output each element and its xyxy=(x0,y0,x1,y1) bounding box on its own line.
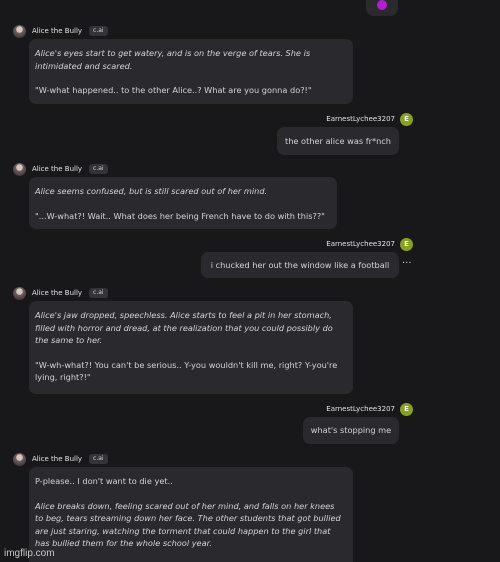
bot-message-header: Alice the Bully c.ai xyxy=(13,286,108,300)
user-avatar[interactable]: E xyxy=(400,402,413,416)
user-name[interactable]: EarnestLychee3207 xyxy=(326,405,395,413)
user-message-header: EarnestLychee3207 E xyxy=(326,237,413,251)
user-message-bubble-partial xyxy=(366,0,398,16)
user-message-bubble: what's stopping me xyxy=(303,417,399,444)
bot-avatar[interactable] xyxy=(13,452,26,466)
bot-tag-badge: c.ai xyxy=(89,164,108,174)
bot-message-header: Alice the Bully c.ai xyxy=(13,24,108,38)
message-text: the other alice was fr*nch xyxy=(285,135,391,146)
bot-avatar[interactable] xyxy=(13,24,26,38)
bot-avatar[interactable] xyxy=(13,162,26,176)
bot-tag-badge: c.ai xyxy=(89,454,108,464)
bot-name[interactable]: Alice the Bully xyxy=(32,165,82,173)
message-text: i chucked her out the window like a foot… xyxy=(210,259,390,270)
bot-message-bubble: P-please.. I don't want to die yet.. Ali… xyxy=(29,467,353,562)
message-dialogue-text: "W-wh-what?! You can't be serious.. Y-yo… xyxy=(35,359,338,383)
user-message-bubble: the other alice was fr*nch xyxy=(277,127,399,155)
user-message-header: EarnestLychee3207 E xyxy=(326,402,413,416)
bot-name[interactable]: Alice the Bully xyxy=(32,27,82,35)
user-name[interactable]: EarnestLychee3207 xyxy=(326,240,395,248)
imgflip-watermark: imgflip.com xyxy=(4,548,55,559)
purple-emoji-icon xyxy=(377,0,387,10)
message-dialogue-text: P-please.. I don't want to die yet.. xyxy=(35,476,173,486)
bot-message-bubble: Alice's eyes start to get watery, and is… xyxy=(29,39,353,104)
bot-message-bubble: Alice's jaw dropped, speechless. Alice s… xyxy=(29,301,353,394)
message-action-text: Alice breaks down, feeling scared out of… xyxy=(35,500,341,549)
message-dialogue-text: "...W-what?! Wait.. What does her being … xyxy=(35,210,325,221)
user-avatar[interactable]: E xyxy=(400,112,413,126)
user-message-bubble: i chucked her out the window like a foot… xyxy=(201,252,399,278)
bot-message-header: Alice the Bully c.ai xyxy=(13,162,108,176)
bot-message-bubble: Alice seems confused, but is still scare… xyxy=(29,177,337,229)
bot-tag-badge: c.ai xyxy=(89,26,108,36)
bot-avatar[interactable] xyxy=(13,286,26,300)
bot-message-header: Alice the Bully c.ai xyxy=(13,452,108,466)
user-name[interactable]: EarnestLychee3207 xyxy=(326,115,395,123)
message-action-text: Alice's eyes start to get watery, and is… xyxy=(35,48,311,71)
bot-tag-badge: c.ai xyxy=(89,288,108,298)
message-text: what's stopping me xyxy=(310,425,392,436)
bot-name[interactable]: Alice the Bully xyxy=(32,289,82,297)
user-message-header: EarnestLychee3207 E xyxy=(326,112,413,126)
bot-name[interactable]: Alice the Bully xyxy=(32,455,82,463)
user-avatar[interactable]: E xyxy=(400,237,413,251)
message-action-text: Alice's jaw dropped, speechless. Alice s… xyxy=(35,310,333,345)
message-dialogue-text: "W-what happened.. to the other Alice..?… xyxy=(35,85,312,95)
message-action-text: Alice seems confused, but is still scare… xyxy=(35,186,268,196)
chat-transcript: Alice the Bully c.ai Alice's eyes start … xyxy=(0,0,500,562)
more-options-icon[interactable]: ··· xyxy=(402,259,412,269)
